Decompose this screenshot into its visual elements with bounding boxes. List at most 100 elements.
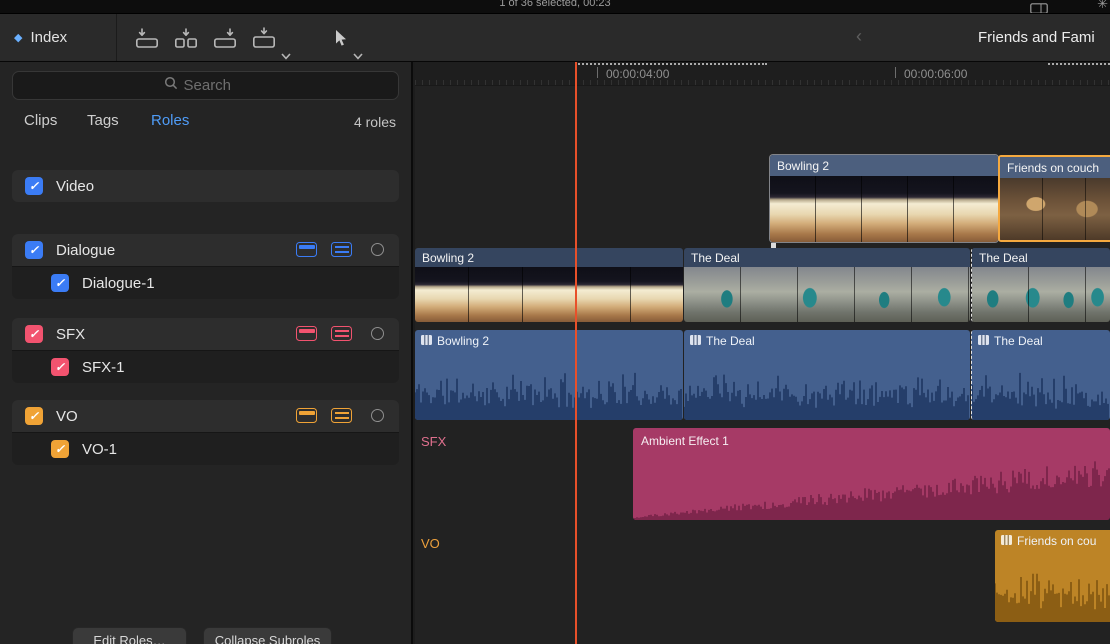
subrole-checkbox[interactable]: ✓	[51, 274, 69, 292]
focus-radio[interactable]	[371, 243, 384, 256]
role-name: Video	[56, 178, 94, 195]
connected-clip-friends-on-couch[interactable]: Friends on couch	[998, 155, 1110, 242]
filmstrip-icon	[978, 334, 989, 348]
clip-filmstrip	[770, 176, 998, 242]
timeline-ruler[interactable]: 00:00:04:00 00:00:06:00	[415, 62, 1110, 86]
vo-clip-friends-on-couch[interactable]: Friends on cou	[995, 530, 1110, 622]
role-row-video[interactable]: ✓ Video	[12, 170, 399, 202]
focus-radio[interactable]	[371, 409, 384, 422]
search-field[interactable]	[12, 71, 399, 100]
clip-connection-handle	[771, 243, 776, 248]
subrole-name: SFX-1	[82, 359, 125, 376]
role-checkbox-video[interactable]: ✓	[25, 177, 43, 195]
overwrite-clip-icon[interactable]	[252, 27, 276, 49]
filmstrip-icon	[421, 334, 432, 348]
tab-tags[interactable]: Tags	[87, 112, 119, 129]
video-clip-bowling-2[interactable]: Bowling 2	[415, 248, 683, 322]
lane-label-vo: VO	[421, 536, 440, 551]
subrole-checkbox[interactable]: ✓	[51, 440, 69, 458]
subrole-checkbox[interactable]: ✓	[51, 358, 69, 376]
audio-waveform	[995, 552, 1110, 622]
check-icon: ✓	[29, 243, 39, 257]
clip-appearance-icon[interactable]	[296, 326, 317, 341]
index-button-label: Index	[30, 29, 67, 46]
role-name: SFX	[56, 326, 85, 343]
connect-clip-icon[interactable]	[135, 27, 159, 49]
check-icon: ✓	[55, 276, 65, 290]
subrole-row-sfx-1[interactable]: ✓ SFX-1	[12, 350, 399, 383]
role-checkbox-vo[interactable]: ✓	[25, 407, 43, 425]
index-diamond-icon: ◆	[14, 31, 22, 44]
focus-radio[interactable]	[371, 327, 384, 340]
lane-label-sfx: SFX	[421, 434, 446, 449]
audio-waveform	[415, 354, 683, 420]
insert-clip-icon[interactable]	[174, 27, 198, 49]
back-chevron-icon[interactable]: ‹	[856, 26, 862, 47]
audio-clip-the-deal-2[interactable]: The Deal	[971, 330, 1110, 420]
clip-title: Friends on cou	[1017, 534, 1096, 548]
main-toolbar: ◆ Index ‹ Friends and Fami	[0, 13, 1110, 62]
fcp-window: 1 of 36 selected, 00:23 ✳ ◆ Index	[0, 0, 1110, 644]
audio-waveform	[684, 354, 970, 420]
role-group-sfx: ✓ SFX ✓ SFX-1	[12, 318, 399, 383]
viewer-layout-icon[interactable]	[1030, 1, 1048, 13]
edit-roles-button[interactable]: Edit Roles…	[72, 627, 187, 644]
clip-appearance-icon[interactable]	[296, 242, 317, 257]
audio-waveform	[972, 354, 1110, 420]
index-panel: Clips Tags Roles 4 roles ✓ Video ✓ Dialo…	[0, 62, 413, 644]
role-row-sfx[interactable]: ✓ SFX	[12, 318, 399, 350]
chevron-down-icon[interactable]	[353, 47, 363, 65]
roles-count: 4 roles	[354, 114, 396, 130]
role-checkbox-sfx[interactable]: ✓	[25, 325, 43, 343]
check-icon: ✓	[55, 360, 65, 374]
clip-appearance-icon[interactable]	[296, 408, 317, 423]
subrole-name: Dialogue-1	[82, 275, 155, 292]
clip-filmstrip	[684, 267, 970, 322]
video-clip-the-deal-1[interactable]: The Deal	[684, 248, 970, 322]
role-name: VO	[56, 408, 78, 425]
effects-icon[interactable]: ✳	[1097, 0, 1108, 12]
timeline[interactable]: 00:00:04:00 00:00:06:00 Bowling 2 Friend…	[415, 62, 1110, 644]
check-icon: ✓	[29, 179, 39, 193]
clip-filmstrip	[415, 267, 683, 322]
role-group-vo: ✓ VO ✓ VO-1	[12, 400, 399, 465]
video-clip-the-deal-2[interactable]: The Deal	[971, 248, 1110, 322]
subrole-name: VO-1	[82, 441, 117, 458]
subrole-row-vo-1[interactable]: ✓ VO-1	[12, 432, 399, 465]
connected-clip-bowling-2[interactable]: Bowling 2	[770, 155, 998, 242]
check-icon: ✓	[29, 409, 39, 423]
subrole-row-dialogue-1[interactable]: ✓ Dialogue-1	[12, 266, 399, 299]
selection-status: 1 of 36 selected, 00:23	[0, 0, 1110, 9]
chevron-down-icon[interactable]	[281, 47, 291, 65]
timecode-label: 00:00:04:00	[606, 67, 669, 81]
role-row-dialogue[interactable]: ✓ Dialogue	[12, 234, 399, 266]
index-toggle-button[interactable]: ◆ Index	[0, 14, 117, 61]
selection-range-dots	[575, 63, 767, 65]
clip-title: Bowling 2	[415, 248, 683, 267]
lane-view-icon[interactable]	[331, 408, 352, 423]
tab-clips[interactable]: Clips	[24, 112, 57, 129]
role-row-vo[interactable]: ✓ VO	[12, 400, 399, 432]
playhead[interactable]	[575, 62, 577, 644]
ruler-major-tick	[895, 67, 896, 78]
ruler-ticks	[415, 80, 1110, 85]
audio-clip-the-deal-1[interactable]: The Deal	[684, 330, 970, 420]
role-checkbox-dialogue[interactable]: ✓	[25, 241, 43, 259]
clip-title: The Deal	[706, 334, 755, 348]
project-title: Friends and Fami	[978, 14, 1110, 61]
lane-view-icon[interactable]	[331, 242, 352, 257]
timecode-label: 00:00:06:00	[904, 67, 967, 81]
browser-status-bar: 1 of 36 selected, 00:23 ✳	[0, 0, 1110, 13]
collapse-subroles-button[interactable]: Collapse Subroles	[203, 627, 332, 644]
lane-view-icon[interactable]	[331, 326, 352, 341]
clip-title: Friends on couch	[1000, 157, 1110, 178]
append-clip-icon[interactable]	[213, 27, 237, 49]
clip-title: The Deal	[972, 248, 1110, 267]
filmstrip-icon	[690, 334, 701, 348]
sfx-clip-ambient-effect-1[interactable]: Ambient Effect 1	[633, 428, 1110, 520]
clip-filmstrip	[1000, 178, 1110, 240]
audio-clip-bowling-2[interactable]: Bowling 2	[415, 330, 683, 420]
search-input[interactable]	[184, 77, 248, 94]
ruler-major-tick	[597, 67, 598, 78]
tab-roles[interactable]: Roles	[151, 112, 189, 129]
